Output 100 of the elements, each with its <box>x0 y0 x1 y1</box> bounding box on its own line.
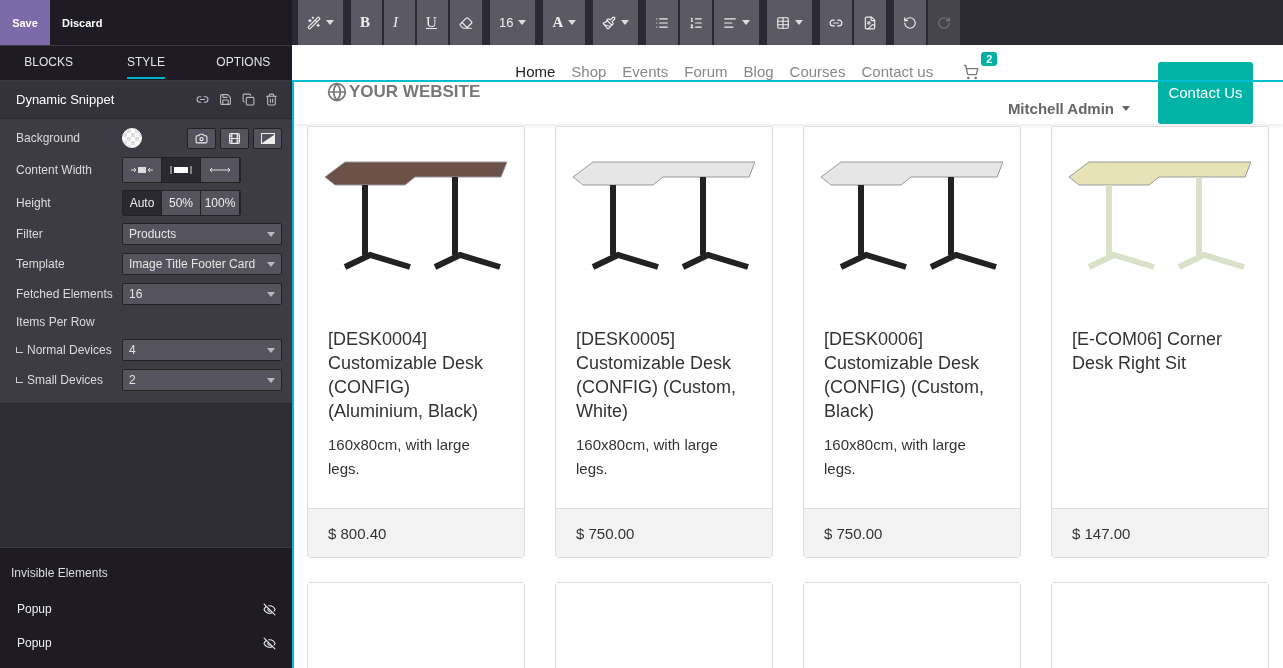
option-toggle[interactable]: 100% <box>201 190 240 215</box>
invisible-element-item[interactable]: Popup <box>17 602 52 616</box>
redo-icon <box>937 15 952 30</box>
panel-tab[interactable]: BLOCKS <box>0 46 98 80</box>
option-toggle[interactable]: 50% <box>162 190 201 215</box>
caret-icon <box>568 20 577 25</box>
width-toggle[interactable] <box>162 157 201 182</box>
option-label: Template <box>16 257 66 271</box>
product-title[interactable]: [DESK0004] Customizable Desk (CONFIG) (Aluminium, Black) <box>328 327 504 423</box>
toolbar-button[interactable] <box>680 0 713 45</box>
option-label: Background <box>16 131 82 145</box>
section-title: Invisible Elements <box>10 566 109 582</box>
color-swatch[interactable] <box>122 128 142 148</box>
narrow-width-icon <box>131 165 153 174</box>
save-button[interactable]: Save <box>0 0 50 45</box>
toggle-group[interactable] <box>122 156 241 183</box>
image-icon <box>863 15 878 30</box>
panel-tab[interactable]: OPTIONS <box>194 46 292 80</box>
nav-link[interactable]: Home <box>515 63 556 80</box>
full-width-icon <box>208 165 232 174</box>
eye-slash-icon[interactable] <box>263 636 276 650</box>
copy-icon[interactable] <box>242 93 255 106</box>
option-label: Normal Devices <box>16 343 122 357</box>
product-price: $ 147.00 <box>1052 508 1268 557</box>
option-label: Height <box>16 195 52 210</box>
nested-corner-icon <box>16 377 23 383</box>
camera-icon <box>195 131 208 145</box>
site-logo[interactable]: YOUR WEBSITE <box>349 82 481 102</box>
caret-icon <box>1122 106 1130 111</box>
product-card[interactable]: [DESK0006] Customizable Desk (CONFIG) (Custom, Black) 160x80cm, with large legs. $ 750.00 <box>803 126 1021 558</box>
cart-count-badge: 2 <box>981 51 998 66</box>
save-icon[interactable] <box>219 93 232 106</box>
product-description: 160x80cm, with large legs. <box>824 435 967 479</box>
product-description: 160x80cm, with large legs. <box>328 435 471 479</box>
caret-icon <box>518 20 527 25</box>
user-menu[interactable]: Mitchell Admin <box>1007 100 1130 117</box>
trash-icon[interactable] <box>265 93 278 106</box>
nav-link[interactable]: Contact us <box>861 63 934 80</box>
nested-corner-icon <box>16 347 23 353</box>
gradient-icon <box>260 132 275 144</box>
toolbar-button[interactable]: I <box>384 0 415 45</box>
product-card[interactable]: [E-COM06] Corner Desk Right Sit $ 147.00 <box>1051 126 1269 558</box>
product-card[interactable]: [DESK0004] Customizable Desk (CONFIG) (Aluminium, Black) 160x80cm, with large legs. $ 800.40 <box>307 126 525 558</box>
toolbar-button[interactable] <box>593 0 639 45</box>
link-icon[interactable] <box>196 93 209 106</box>
product-title[interactable]: [DESK0006] Customizable Desk (CONFIG) (Custom, Black) <box>824 327 1000 423</box>
toolbar-button[interactable] <box>714 0 760 45</box>
nav-link[interactable]: Courses <box>789 63 846 80</box>
product-price: $ 750.00 <box>804 508 1020 557</box>
caret-icon <box>621 20 630 25</box>
caret-icon <box>742 20 751 25</box>
caret-icon <box>267 291 275 297</box>
product-price: $ 750.00 <box>556 508 772 557</box>
panel-tab[interactable]: STYLE <box>97 46 195 80</box>
toolbar-button[interactable] <box>450 0 482 45</box>
product-description: 160x80cm, with large legs. <box>576 435 719 479</box>
select-field[interactable]: 16 <box>122 283 282 305</box>
nav-link[interactable]: Blog <box>743 63 774 80</box>
toolbar-button[interactable] <box>820 0 853 45</box>
product-title[interactable]: [E-COM06] Corner Desk Right Sit <box>1072 327 1248 375</box>
invisible-element-item[interactable]: Popup <box>17 636 52 650</box>
brush-icon <box>602 15 617 30</box>
caret-icon <box>267 231 275 237</box>
toolbar-button[interactable]: A <box>543 0 586 45</box>
option-label: Items Per Row <box>16 315 96 329</box>
nav-link[interactable]: Shop <box>571 63 607 80</box>
eye-slash-icon[interactable] <box>263 602 276 616</box>
caret-icon <box>267 377 275 383</box>
toolbar-button[interactable]: B <box>351 0 382 45</box>
numbered-list-icon <box>689 15 704 30</box>
toolbar-button[interactable] <box>854 0 887 45</box>
toolbar-button[interactable] <box>646 0 679 45</box>
select-field[interactable]: 2 <box>122 369 282 391</box>
snippet-title: Dynamic Snippet <box>16 92 116 107</box>
caret-icon <box>326 20 334 25</box>
discard-button[interactable]: Discard <box>50 0 115 45</box>
nav-link[interactable]: Events <box>622 63 669 80</box>
toolbar-button[interactable]: 16 <box>490 0 536 45</box>
toolbar-button[interactable]: U <box>417 0 448 45</box>
select-field[interactable]: 4 <box>122 339 282 361</box>
image-background-button[interactable] <box>187 127 216 149</box>
option-toggle[interactable]: Auto <box>123 190 162 215</box>
toolbar-button[interactable] <box>767 0 813 45</box>
option-label: Small Devices <box>16 373 122 387</box>
width-toggle[interactable] <box>201 157 240 182</box>
select-field[interactable]: Products <box>122 223 282 245</box>
toolbar-button[interactable] <box>894 0 927 45</box>
cart-icon[interactable] <box>963 63 980 80</box>
toolbar-button[interactable] <box>298 0 343 45</box>
table-icon <box>776 15 791 30</box>
toggle-group[interactable]: Auto 50% 100% <box>122 189 241 216</box>
option-label: Filter <box>16 227 44 241</box>
gradient-background-button[interactable] <box>253 127 282 149</box>
select-field[interactable]: Image Title Footer Card <box>122 253 282 275</box>
nav-link[interactable]: Forum <box>684 63 728 80</box>
product-card[interactable]: [DESK0005] Customizable Desk (CONFIG) (Custom, White) 160x80cm, with large legs. $ 750.00 <box>555 126 773 558</box>
width-toggle[interactable] <box>123 157 162 182</box>
option-label: Content Width <box>16 162 94 177</box>
product-title[interactable]: [DESK0005] Customizable Desk (CONFIG) (Custom, White) <box>576 327 752 423</box>
video-background-button[interactable] <box>220 127 249 149</box>
